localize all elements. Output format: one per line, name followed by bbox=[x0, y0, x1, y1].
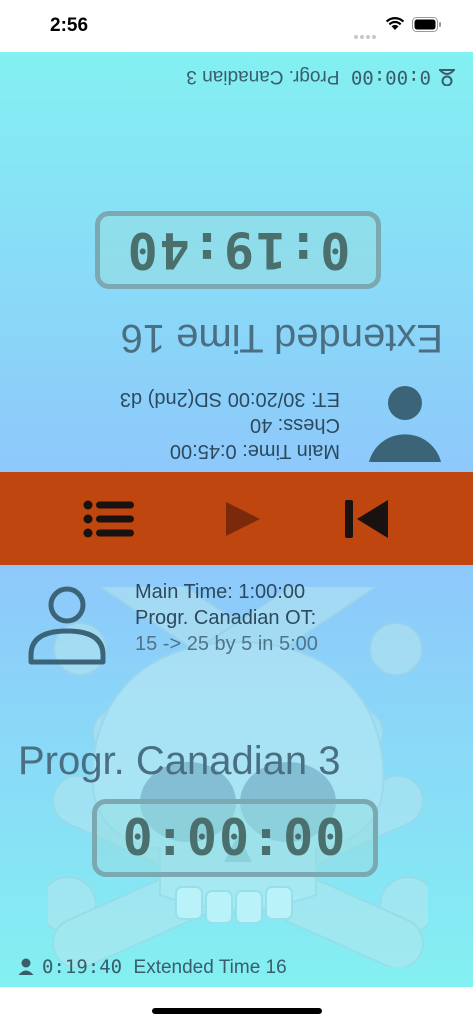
top-player-info: Main Time: 0:45:00 Chess: 40 ET: 30/20:0… bbox=[120, 386, 340, 464]
wifi-icon bbox=[385, 16, 405, 36]
bottom-clock[interactable]: 0:00:00 bbox=[92, 799, 378, 877]
bottom-clock-time: 0:00:00 bbox=[122, 809, 348, 867]
top-opponent-label: Progr. Canadian 3 bbox=[186, 66, 340, 87]
top-player-name: Extended Time 16 bbox=[120, 316, 443, 360]
top-clock-time: 0:19:40 bbox=[125, 221, 351, 279]
home-indicator-area bbox=[0, 987, 473, 1024]
top-clock[interactable]: 0:19:40 bbox=[95, 211, 381, 289]
controls-bar bbox=[0, 472, 473, 565]
cellular-signal-icon bbox=[354, 26, 378, 44]
top-info-main-time: Main Time: 0:45:00 bbox=[169, 440, 340, 462]
skip-back-icon[interactable] bbox=[345, 500, 389, 543]
battery-icon bbox=[412, 17, 442, 37]
person-outline-icon bbox=[28, 585, 106, 667]
top-player-panel[interactable]: 0:00:00 Progr. Canadian 3 0:19:40 Extend… bbox=[0, 52, 473, 472]
top-info-chess: Chess: 40 bbox=[249, 414, 340, 436]
home-indicator[interactable] bbox=[152, 1008, 322, 1014]
status-time: 2:56 bbox=[50, 15, 89, 36]
person-icon bbox=[18, 958, 34, 980]
pawn-icon bbox=[367, 386, 443, 472]
status-bar: 2:56 bbox=[0, 0, 473, 52]
bottom-opponent-time: 0:19:40 bbox=[42, 956, 123, 978]
top-info-et: ET: 30/20:00 SD(2nd) d3 bbox=[119, 388, 340, 410]
top-opponent-time: 0:00:00 bbox=[350, 66, 431, 88]
person-icon bbox=[437, 64, 457, 87]
bottom-info-overtime-detail: 15 -> 25 by 5 in 5:00 bbox=[135, 633, 318, 655]
bottom-opponent-summary: 0:19:40 Extended Time 16 bbox=[18, 956, 287, 980]
list-icon[interactable] bbox=[83, 500, 135, 543]
bottom-player-info: Main Time: 1:00:00 Progr. Canadian OT: 1… bbox=[135, 579, 318, 657]
play-icon[interactable] bbox=[224, 500, 262, 543]
top-opponent-summary: 0:00:00 Progr. Canadian 3 bbox=[186, 64, 457, 88]
bottom-info-main-time: Main Time: 1:00:00 bbox=[135, 581, 306, 603]
bottom-opponent-label: Extended Time 16 bbox=[133, 957, 287, 978]
bottom-player-panel[interactable]: Main Time: 1:00:00 Progr. Canadian OT: 1… bbox=[0, 565, 473, 987]
bottom-info-overtime: Progr. Canadian OT: bbox=[135, 607, 317, 629]
bottom-player-name: Progr. Canadian 3 bbox=[18, 739, 341, 783]
